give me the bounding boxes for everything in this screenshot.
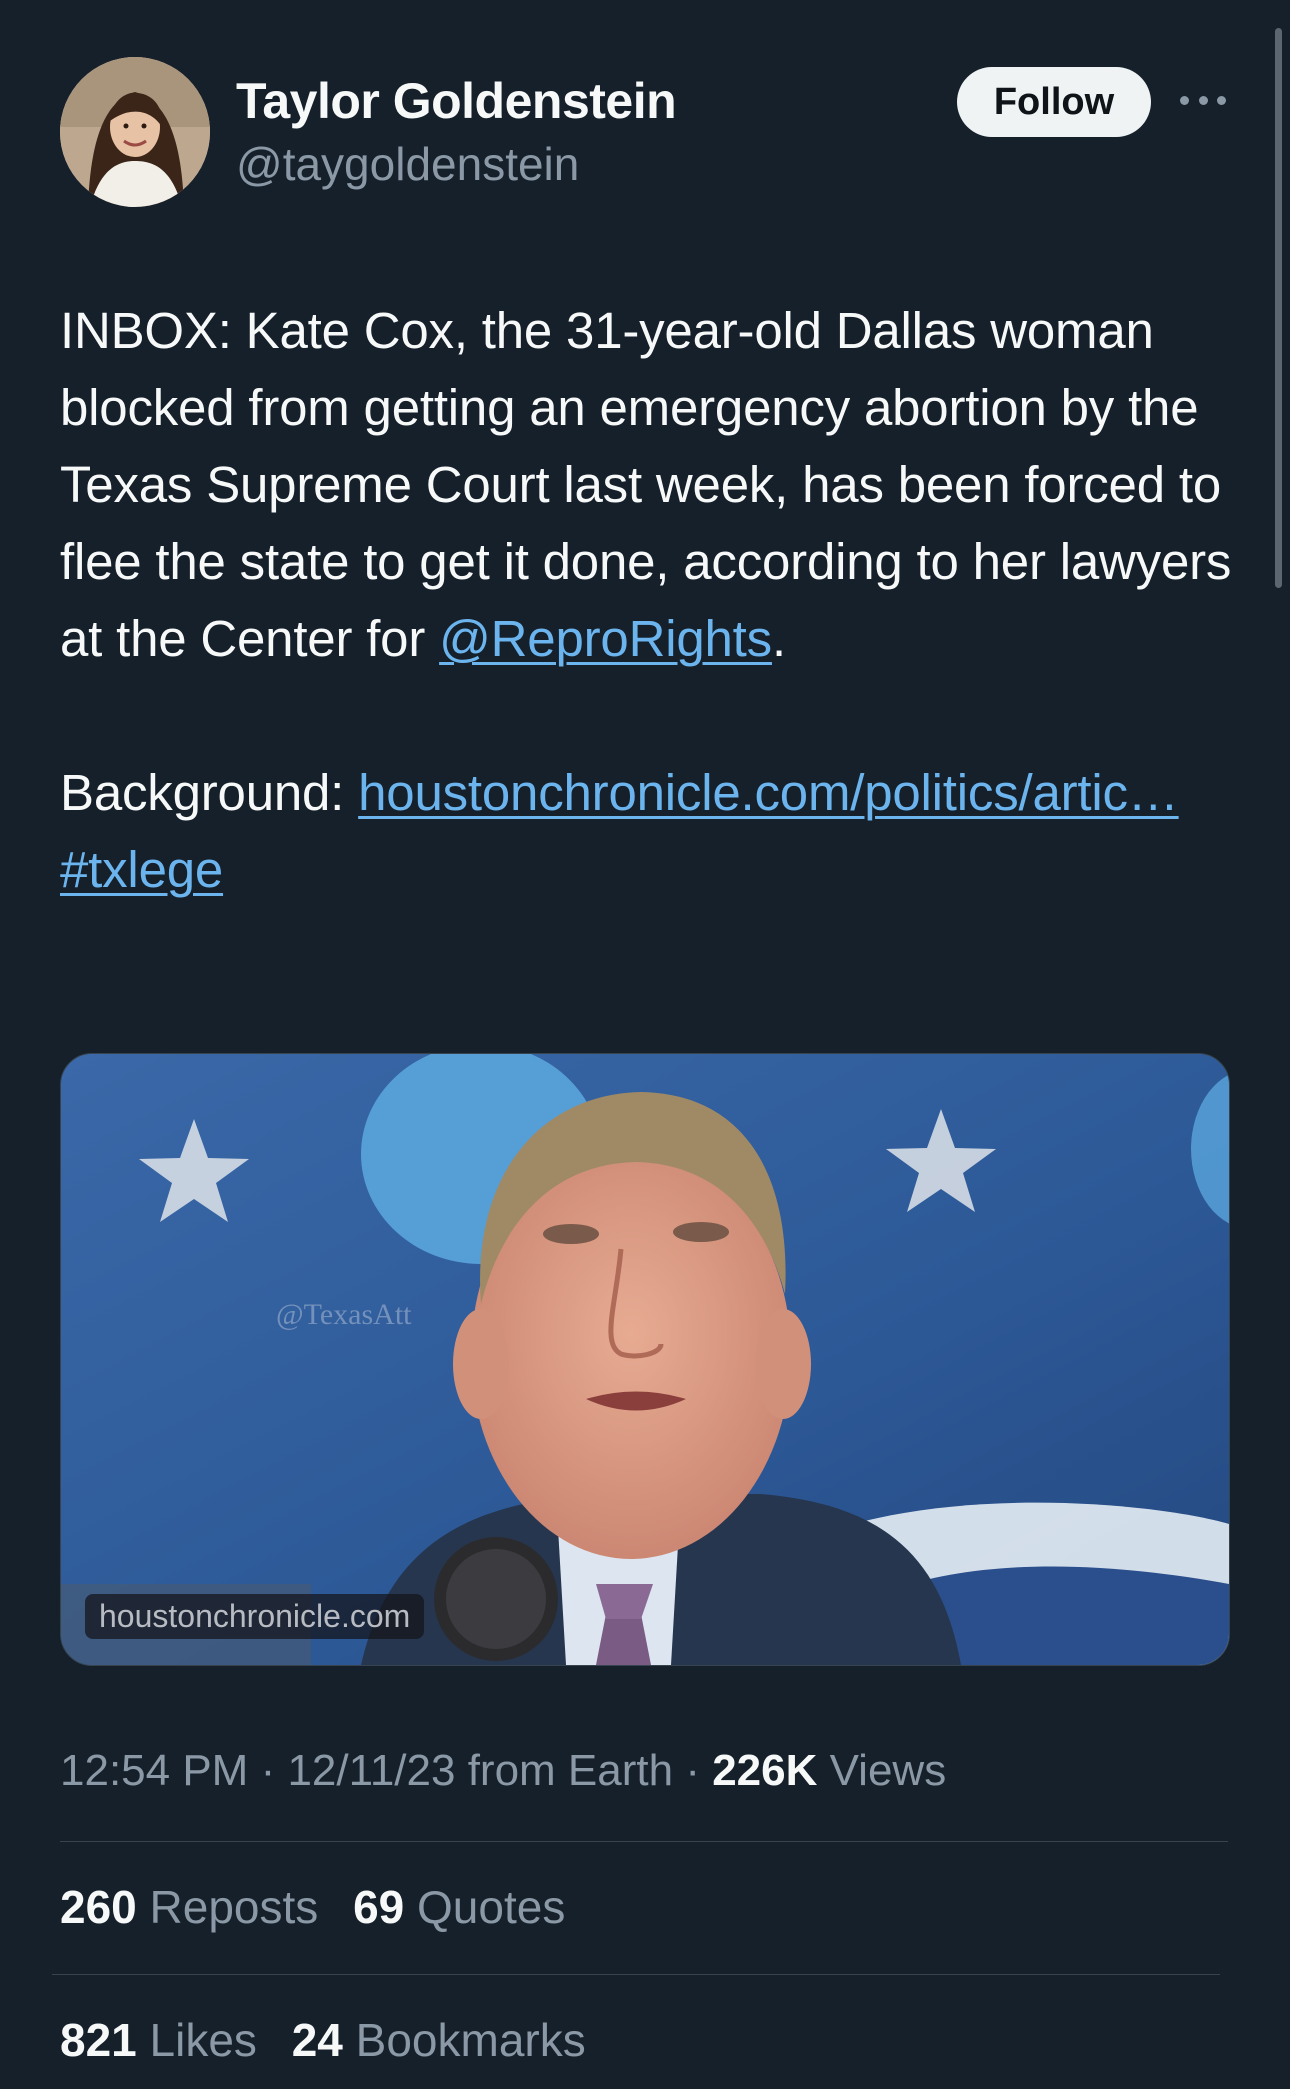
tweet-paragraph-1: INBOX: Kate Cox, the 31-year-old Dallas … [60, 292, 1235, 677]
more-horizontal-icon[interactable] [1180, 88, 1226, 112]
tweet-image[interactable]: @TexasAtt houstonchronicle.com [60, 1053, 1230, 1666]
likes-stat[interactable]: 821 Likes [60, 2014, 257, 2066]
divider [60, 1841, 1228, 1842]
reposts-stat[interactable]: 260 Reposts [60, 1881, 318, 1933]
tweet-detail: Taylor Goldenstein @taygoldenstein Follo… [0, 0, 1290, 2089]
tweet-paragraph-2: Background: houstonchronicle.com/politic… [60, 754, 1235, 908]
scrollbar[interactable] [1275, 28, 1282, 588]
likes-label: Likes [149, 2014, 257, 2066]
views-label: Views [817, 1746, 947, 1795]
quotes-label: Quotes [417, 1881, 566, 1933]
views-count: 226K [712, 1746, 818, 1795]
likes-count: 821 [60, 2014, 137, 2066]
likes-bookmarks-row: 821 Likes 24 Bookmarks [60, 2013, 608, 2067]
tweet-meta: 12:54 PM · 12/11/23 from Earth · 226K Vi… [60, 1746, 946, 1796]
tweet-body-period: . [771, 610, 786, 667]
tweet-text: INBOX: Kate Cox, the 31-year-old Dallas … [60, 292, 1235, 908]
meta-separator: · [248, 1746, 288, 1795]
bookmarks-label: Bookmarks [355, 2014, 586, 2066]
tweet-source: from Earth [455, 1746, 674, 1795]
bookmarks-stat[interactable]: 24 Bookmarks [292, 2014, 586, 2066]
mention-link[interactable]: @ReproRights [439, 610, 772, 667]
tweet-time[interactable]: 12:54 PM [60, 1746, 248, 1795]
image-source-caption: houstonchronicle.com [85, 1594, 425, 1639]
svg-text:@TexasAtt: @TexasAtt [276, 1298, 412, 1331]
meta-separator: · [673, 1746, 713, 1795]
background-label: Background: [60, 764, 359, 821]
quotes-stat[interactable]: 69 Quotes [353, 1881, 565, 1933]
divider [52, 1974, 1220, 1975]
author-display-name[interactable]: Taylor Goldenstein [236, 72, 677, 130]
quotes-count: 69 [353, 1881, 405, 1933]
author-handle[interactable]: @taygoldenstein [236, 137, 579, 191]
hashtag-link[interactable]: #txlege [60, 841, 223, 898]
reposts-count: 260 [60, 1881, 137, 1933]
avatar[interactable] [60, 57, 210, 207]
tweet-date[interactable]: 12/11/23 [287, 1746, 455, 1795]
follow-button[interactable]: Follow [957, 67, 1151, 137]
bookmarks-count: 24 [291, 2014, 343, 2066]
article-link[interactable]: houstonchronicle.com/politics/artic… [358, 764, 1179, 821]
reposts-label: Reposts [149, 1881, 319, 1933]
reposts-quotes-row: 260 Reposts 69 Quotes [60, 1880, 587, 1934]
